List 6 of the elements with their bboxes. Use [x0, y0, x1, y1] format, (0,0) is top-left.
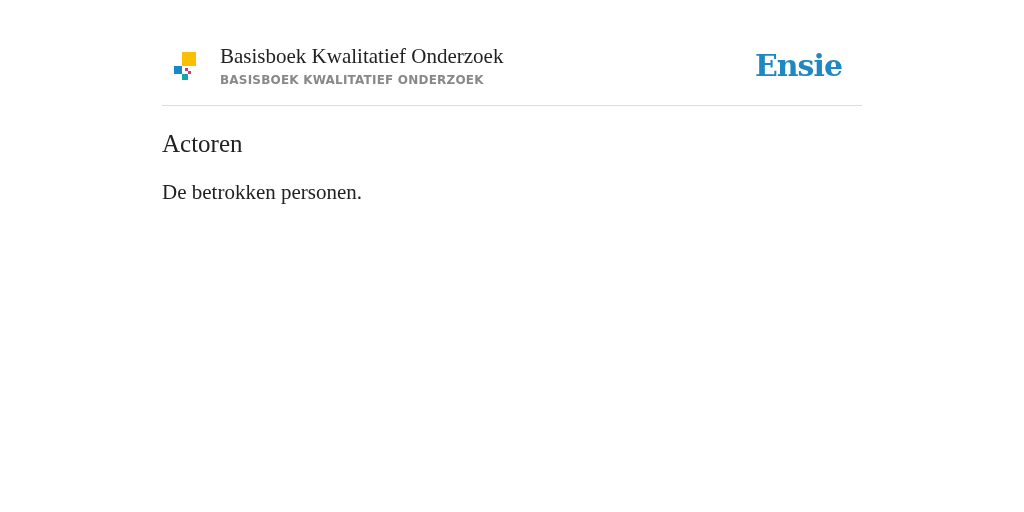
entry-heading: Actoren: [162, 130, 243, 158]
book-title: Basisboek Kwalitatief Onderzoek: [220, 44, 505, 69]
book-subtitle: BASISBOEK KWALITATIEF ONDERZOEK: [220, 73, 485, 87]
brand-logo[interactable]: Ensie: [754, 48, 842, 83]
entry-text: De betrokken personen.: [162, 180, 362, 205]
logo-icon: [174, 51, 196, 80]
